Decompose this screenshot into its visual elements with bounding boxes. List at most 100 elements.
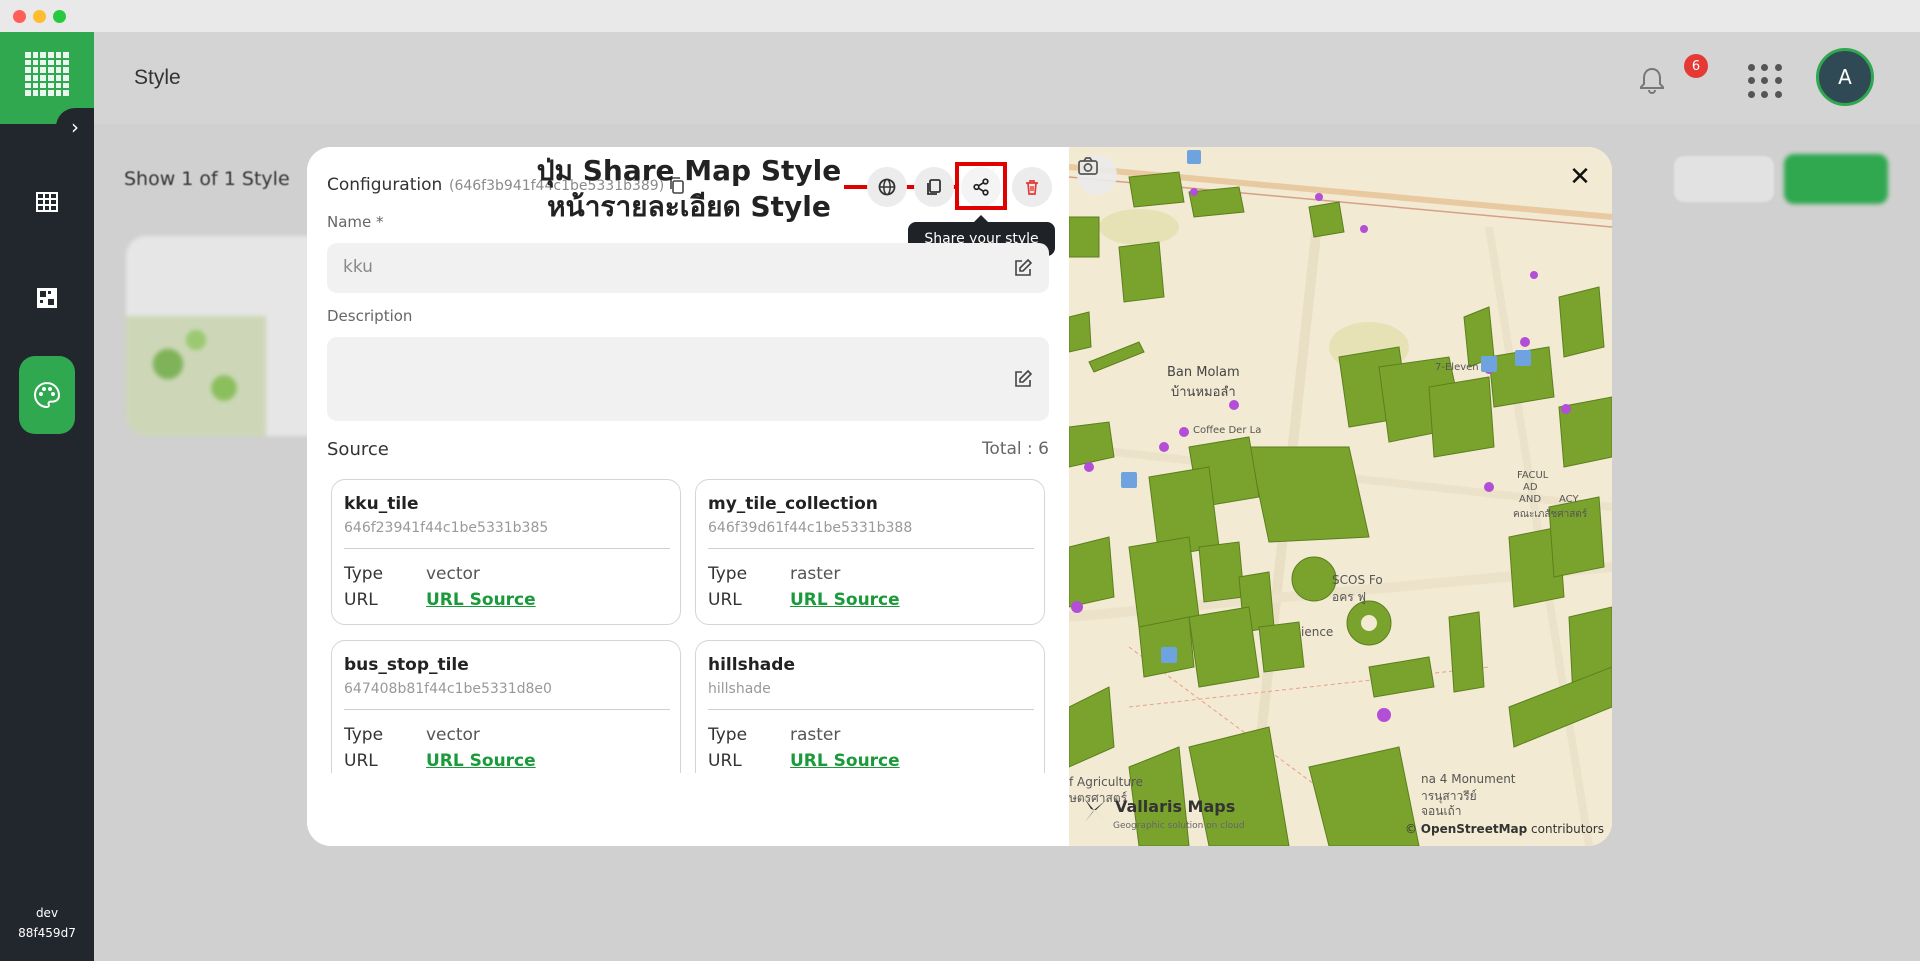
map-label: จอนเถ้า bbox=[1421, 804, 1462, 818]
share-button-highlight bbox=[955, 162, 1007, 210]
map-label: AND bbox=[1519, 494, 1542, 505]
camera-icon bbox=[1078, 157, 1098, 175]
source-type: vector bbox=[426, 725, 480, 745]
url-source-link[interactable]: URL Source bbox=[426, 751, 536, 771]
trash-icon bbox=[1026, 180, 1038, 195]
divider bbox=[708, 548, 1034, 549]
avatar[interactable]: A bbox=[1816, 48, 1874, 106]
attribution-suffix: contributors bbox=[1527, 822, 1604, 836]
sidebar-item-tables[interactable] bbox=[19, 174, 75, 230]
source-heading: Source bbox=[327, 439, 389, 460]
url-source-link[interactable]: URL Source bbox=[426, 590, 536, 610]
screenshot-button[interactable] bbox=[1077, 155, 1117, 195]
source-card[interactable]: my_tile_collection 646f39d61f44c1be5331b… bbox=[695, 479, 1045, 625]
window-zoom-button[interactable] bbox=[53, 10, 66, 23]
map-preview[interactable]: ✕ Ban Molam บ้านหมอลำ Coffee Der La 7-El… bbox=[1069, 147, 1612, 846]
map-label: คณะเภสัชศาสตร์ bbox=[1513, 509, 1588, 520]
sidebar-item-style[interactable] bbox=[19, 356, 75, 434]
edit-icon[interactable] bbox=[1013, 258, 1033, 278]
map-label: ience bbox=[1301, 625, 1334, 639]
style-config-modal: Configuration (646f3b941f44c1be5331b389)… bbox=[307, 147, 1612, 846]
name-value: kku bbox=[343, 257, 373, 277]
source-id: 647408b81f44c1be5331d8e0 bbox=[344, 681, 552, 697]
divider bbox=[708, 709, 1034, 710]
sidebar-item-tiles[interactable] bbox=[19, 270, 75, 326]
map-label: FACUL bbox=[1517, 470, 1549, 481]
map-label: AD bbox=[1523, 482, 1538, 493]
build-hash: 88f459d7 bbox=[18, 926, 76, 940]
table-icon bbox=[36, 192, 58, 212]
type-label: Type bbox=[344, 725, 384, 745]
map-label: SCOS Fo bbox=[1332, 573, 1383, 587]
type-label: Type bbox=[344, 564, 384, 584]
source-name: hillshade bbox=[708, 655, 795, 675]
source-card[interactable]: hillshade hillshade Type raster URL URL … bbox=[695, 640, 1045, 773]
source-type: raster bbox=[790, 564, 841, 584]
map-brand-subtitle: Geographic solution on cloud bbox=[1113, 821, 1245, 831]
duplicate-icon bbox=[927, 179, 941, 195]
map-label: Ban Molam bbox=[1167, 365, 1240, 380]
vallaris-logo-icon bbox=[1084, 798, 1106, 822]
type-label: Type bbox=[708, 725, 748, 745]
map-label: na 4 Monument bbox=[1421, 772, 1516, 786]
duplicate-button[interactable] bbox=[914, 167, 954, 207]
window-minimize-button[interactable] bbox=[33, 10, 46, 23]
window-close-button[interactable] bbox=[13, 10, 26, 23]
url-source-link[interactable]: URL Source bbox=[790, 751, 900, 771]
annotation-line-2: หน้ารายละเอียด Style bbox=[547, 190, 831, 223]
url-source-link[interactable]: URL Source bbox=[790, 590, 900, 610]
bell-icon[interactable] bbox=[1634, 62, 1670, 98]
sidebar: › dev 88f459d7 bbox=[0, 32, 94, 961]
style-thumbnail bbox=[126, 316, 266, 436]
source-id: hillshade bbox=[708, 681, 771, 697]
source-list: kku_tile 646f23941f44c1be5331b385 Type v… bbox=[327, 475, 1053, 773]
annotation-line-1: ปุ่ม Share Map Style bbox=[536, 154, 842, 187]
source-name: kku_tile bbox=[344, 494, 419, 514]
edit-icon[interactable] bbox=[1013, 369, 1033, 389]
url-label: URL bbox=[708, 751, 742, 771]
source-name: my_tile_collection bbox=[708, 494, 878, 514]
logo-grid-icon bbox=[25, 52, 69, 96]
map-label: ACY bbox=[1559, 494, 1579, 505]
apps-grid-icon[interactable] bbox=[1748, 64, 1782, 98]
publish-button[interactable] bbox=[867, 167, 907, 207]
name-label: Name * bbox=[327, 213, 384, 231]
add-style-button[interactable] bbox=[1784, 154, 1888, 204]
map-brand: Vallaris Maps bbox=[1115, 797, 1236, 816]
sidebar-expand-button[interactable]: › bbox=[56, 108, 94, 146]
source-id: 646f39d61f44c1be5331b388 bbox=[708, 520, 913, 536]
source-card[interactable]: bus_stop_tile 647408b81f44c1be5331d8e0 T… bbox=[331, 640, 681, 773]
divider bbox=[344, 709, 670, 710]
source-total: Total : 6 bbox=[981, 439, 1049, 459]
map-label: 7-Eleven bbox=[1435, 362, 1479, 373]
chevron-right-icon: › bbox=[71, 115, 79, 139]
source-card[interactable]: kku_tile 646f23941f44c1be5331b385 Type v… bbox=[331, 479, 681, 625]
map-label: อคร ฟู bbox=[1332, 590, 1366, 604]
description-label: Description bbox=[327, 307, 413, 325]
search-input[interactable] bbox=[1674, 156, 1774, 202]
notification-badge: 6 bbox=[1684, 54, 1708, 78]
top-bar: Style 6 A bbox=[94, 32, 1920, 124]
globe-icon bbox=[878, 178, 896, 196]
map-label: f Agriculture bbox=[1069, 775, 1144, 789]
source-type: raster bbox=[790, 725, 841, 745]
osm-link[interactable]: OpenStreetMap bbox=[1421, 822, 1527, 836]
source-type: vector bbox=[426, 564, 480, 584]
close-icon[interactable]: ✕ bbox=[1566, 162, 1594, 192]
env-label: dev bbox=[35, 906, 59, 920]
description-field[interactable] bbox=[327, 337, 1049, 421]
source-name: bus_stop_tile bbox=[344, 655, 469, 675]
delete-button[interactable] bbox=[1012, 167, 1052, 207]
divider bbox=[344, 548, 670, 549]
config-panel: Configuration (646f3b941f44c1be5331b389)… bbox=[307, 147, 1069, 846]
palette-icon bbox=[34, 381, 61, 409]
url-label: URL bbox=[344, 590, 378, 610]
annotation-caption: ปุ่ม Share Map Style หน้ารายละเอียด Styl… bbox=[519, 153, 859, 225]
attribution-prefix: © bbox=[1404, 822, 1421, 836]
modal-title: Configuration bbox=[327, 175, 443, 195]
result-count: Show 1 of 1 Style bbox=[124, 168, 290, 190]
name-field[interactable]: kku bbox=[327, 243, 1049, 293]
map-label: บ้านหมอลำ bbox=[1171, 385, 1236, 400]
url-label: URL bbox=[708, 590, 742, 610]
build-info: dev 88f459d7 bbox=[0, 903, 94, 943]
